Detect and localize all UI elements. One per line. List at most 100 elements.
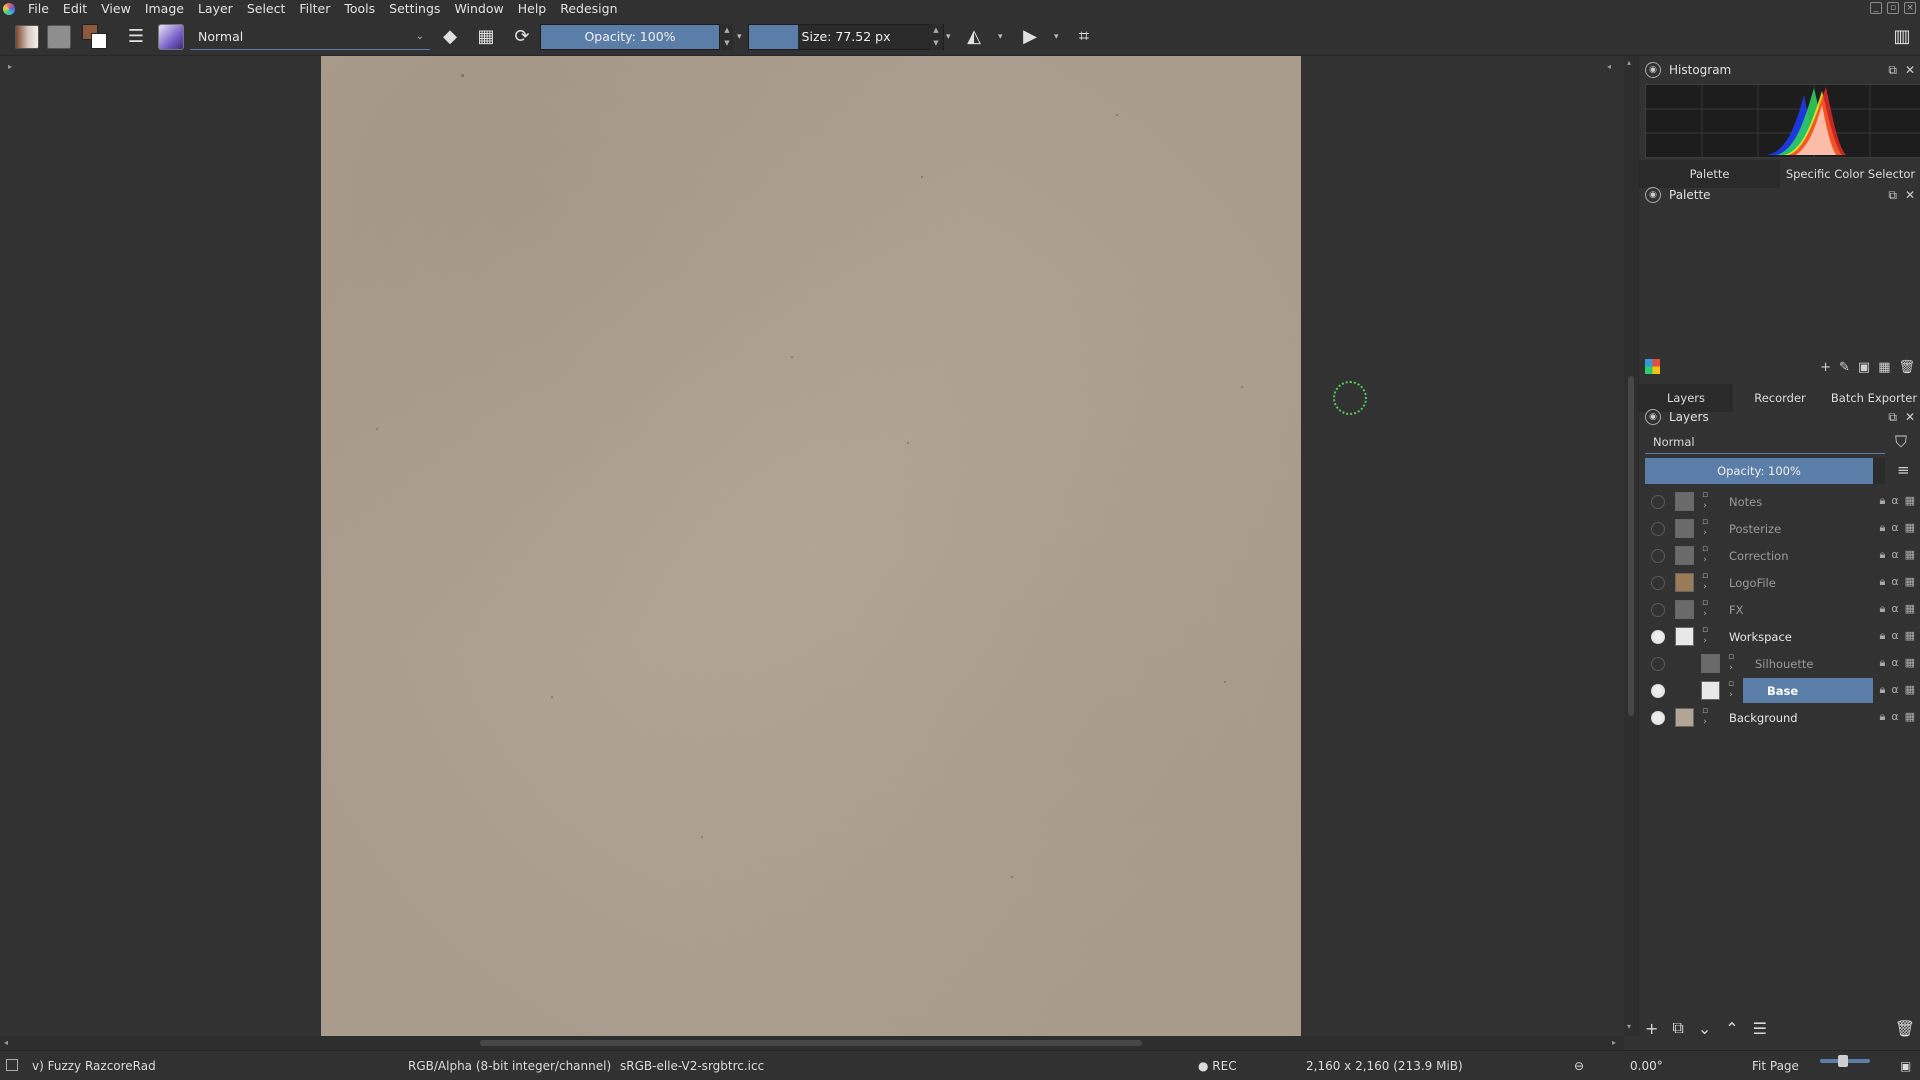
menu-help[interactable]: Help — [511, 0, 554, 18]
menu-layer[interactable]: Layer — [191, 0, 240, 18]
mirror-vertical-icon[interactable]: ▶ — [1018, 25, 1042, 49]
layer-row[interactable]: ▫ › LogoFile 🔒︎ α ▦ — [1639, 569, 1920, 596]
opacity-dropdown-icon[interactable]: ▾ — [737, 32, 742, 42]
reload-icon[interactable]: ⟳ — [510, 25, 534, 49]
lock-icon[interactable]: 🔒︎ — [1879, 683, 1885, 697]
scroll-up-icon[interactable]: ▴ — [1627, 58, 1631, 67]
current-brush-name[interactable]: v) Fuzzy RazcoreRad — [32, 1059, 156, 1073]
visibility-eye-icon[interactable] — [1651, 522, 1665, 536]
palette-swatch-area[interactable] — [1645, 216, 1915, 366]
layer-name[interactable]: FX — [1729, 603, 1744, 617]
size-stepper[interactable]: ▲ ▼ — [930, 24, 942, 50]
alpha-inherit-icon[interactable]: α — [1891, 683, 1898, 697]
eraser-icon[interactable]: ◆ — [438, 25, 462, 49]
layer-opacity-stepper[interactable] — [1873, 458, 1885, 484]
gradient-swatch[interactable] — [15, 25, 39, 49]
visibility-eye-icon[interactable] — [1651, 576, 1665, 590]
layer-row[interactable]: ● ▫ › Workspace 🔒︎ α ▦ — [1639, 623, 1920, 650]
edit-palette-icon[interactable]: ✎ — [1839, 360, 1850, 375]
visibility-eye-icon[interactable] — [1651, 603, 1665, 617]
layer-style-icon[interactable]: ▦ — [1905, 656, 1915, 670]
move-layer-up-icon[interactable]: ⌃ — [1725, 1019, 1738, 1038]
rotation-reset-icon[interactable]: ⊖ — [1574, 1059, 1584, 1073]
menu-file[interactable]: File — [21, 0, 56, 18]
menu-window[interactable]: Window — [447, 0, 510, 18]
menu-filter[interactable]: Filter — [292, 0, 337, 18]
vertical-scroll-thumb[interactable] — [1628, 376, 1634, 716]
menu-settings[interactable]: Settings — [382, 0, 447, 18]
visibility-eye-icon[interactable] — [1651, 495, 1665, 509]
add-swatch-icon[interactable]: + — [1820, 360, 1831, 375]
filter-icon[interactable]: ⛉ — [1895, 432, 1907, 452]
visibility-eye-icon[interactable]: ● — [1651, 630, 1665, 644]
horizontal-scrollbar[interactable]: ◂ ▸ — [0, 1036, 1624, 1050]
rotation-value[interactable]: 0.00° — [1630, 1059, 1663, 1073]
lock-icon[interactable]: 🔒︎ — [1879, 575, 1885, 589]
layer-style-icon[interactable]: ▦ — [1905, 521, 1915, 535]
visibility-eye-icon[interactable] — [1651, 657, 1665, 671]
save-palette-icon[interactable]: ▣ — [1858, 360, 1870, 375]
alpha-inherit-icon[interactable]: α — [1891, 548, 1898, 562]
alpha-inherit-icon[interactable]: α — [1891, 629, 1898, 643]
close-docker-icon[interactable]: ✕ — [1905, 63, 1915, 78]
layer-name[interactable]: Correction — [1729, 549, 1789, 563]
float-docker-icon[interactable]: ⧉ — [1888, 63, 1897, 78]
layer-row[interactable]: ▫ › Notes 🔒︎ α ▦ — [1639, 488, 1920, 515]
layer-row[interactable]: ▫ › Correction 🔒︎ α ▦ — [1639, 542, 1920, 569]
layer-style-icon[interactable]: ▦ — [1905, 629, 1915, 643]
layer-style-icon[interactable]: ▦ — [1905, 548, 1915, 562]
duplicate-layer-icon[interactable]: ⧉ — [1672, 1018, 1683, 1038]
recording-indicator[interactable]: ● REC — [1198, 1059, 1237, 1073]
background-color[interactable] — [91, 33, 107, 49]
pattern-swatch[interactable] — [47, 25, 71, 49]
right-dock-toggle-icon[interactable]: ◂ — [1607, 62, 1611, 71]
layer-row[interactable]: ▫ › FX 🔒︎ α ▦ — [1639, 596, 1920, 623]
layer-properties-icon[interactable]: ☰ — [1753, 1019, 1767, 1038]
alpha-lock-icon[interactable]: ▦ — [474, 25, 498, 49]
menu-redesign[interactable]: Redesign — [553, 0, 624, 18]
delete-layer-icon[interactable]: 🗑 — [1895, 1019, 1915, 1038]
delete-palette-icon[interactable]: 🗑 — [1898, 360, 1915, 375]
layer-style-icon[interactable]: ▦ — [1905, 683, 1915, 697]
fg-bg-colors[interactable] — [82, 24, 110, 52]
minimize-icon[interactable]: _ — [1870, 2, 1882, 14]
zoom-slider[interactable] — [1820, 1055, 1870, 1067]
size-slider[interactable]: Size: 77.52 px — [748, 24, 944, 50]
lock-icon[interactable]: 🔒︎ — [1879, 710, 1885, 724]
layer-row[interactable]: ▫ › Silhouette 🔒︎ α ▦ — [1639, 650, 1920, 677]
layer-opacity-slider[interactable]: Opacity: 100% — [1645, 458, 1873, 484]
workspace-icon[interactable]: ▥ — [1890, 25, 1914, 49]
layer-style-icon[interactable]: ▦ — [1905, 494, 1915, 508]
menu-edit[interactable]: Edit — [56, 0, 94, 18]
vertical-scrollbar[interactable]: ▴ ▾ — [1624, 56, 1638, 1036]
alpha-inherit-icon[interactable]: α — [1891, 494, 1898, 508]
layer-row[interactable]: ● ▫ › Background 🔒︎ α ▦ — [1639, 704, 1920, 731]
mirror-h-dropdown-icon[interactable]: ▾ — [998, 32, 1003, 42]
opacity-slider[interactable]: Opacity: 100% — [540, 24, 720, 50]
selection-mode-icon[interactable] — [6, 1059, 18, 1071]
menu-image[interactable]: Image — [138, 0, 191, 18]
menu-tools[interactable]: Tools — [337, 0, 382, 18]
alpha-inherit-icon[interactable]: α — [1891, 656, 1898, 670]
close-window-icon[interactable]: × — [1904, 2, 1916, 14]
layer-options-menu-icon[interactable]: ≡ — [1897, 461, 1910, 479]
layer-name[interactable]: Background — [1729, 711, 1798, 725]
scroll-left-icon[interactable]: ◂ — [4, 1038, 8, 1047]
float-docker-icon[interactable]: ⧉ — [1888, 410, 1897, 425]
add-layer-icon[interactable]: + — [1645, 1019, 1658, 1038]
move-layer-down-icon[interactable]: ⌄ — [1698, 1019, 1711, 1038]
mirror-horizontal-icon[interactable]: ◭ — [962, 25, 986, 49]
layer-style-icon[interactable]: ▦ — [1905, 710, 1915, 724]
size-dropdown-icon[interactable]: ▾ — [946, 32, 951, 42]
close-docker-icon[interactable]: ✕ — [1905, 410, 1915, 425]
canvas-document[interactable] — [321, 56, 1301, 1036]
brush-preset[interactable] — [158, 24, 184, 50]
canvas-only-icon[interactable]: ▣ — [1900, 1059, 1911, 1073]
layer-name[interactable]: Workspace — [1729, 630, 1792, 644]
zoom-mode[interactable]: Fit Page — [1752, 1059, 1799, 1073]
layer-style-icon[interactable]: ▦ — [1905, 602, 1915, 616]
layer-name[interactable]: Silhouette — [1755, 657, 1813, 671]
zoom-slider-handle[interactable] — [1838, 1055, 1848, 1067]
layer-name[interactable]: Notes — [1729, 495, 1762, 509]
lock-icon[interactable]: 🔒︎ — [1879, 602, 1885, 616]
